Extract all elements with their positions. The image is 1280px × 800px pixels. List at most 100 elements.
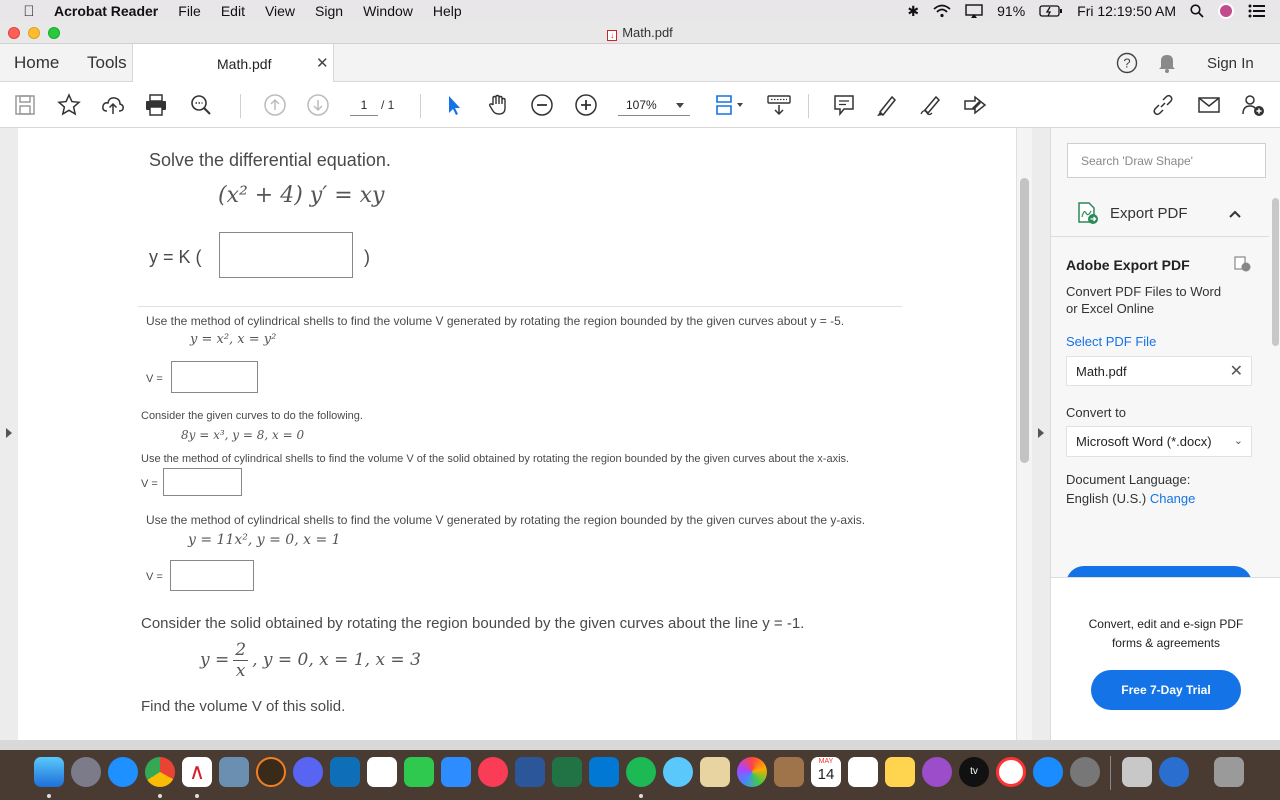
zoom-level-select[interactable]: 107% [618, 94, 690, 116]
q5-curves-rest: , y = 0, x = 1, x = 3 [252, 650, 421, 670]
q4-answer-input[interactable] [170, 560, 254, 591]
export-pdf-header[interactable]: Export PDF [1051, 198, 1269, 236]
contacts-icon[interactable] [774, 757, 804, 787]
music-icon[interactable] [478, 757, 508, 787]
bookmark-star-icon[interactable] [56, 92, 82, 118]
draw-freehand-icon[interactable] [918, 92, 944, 118]
help-icon[interactable]: ? [1116, 52, 1138, 74]
notification-center-icon[interactable] [1248, 4, 1266, 18]
battery-icon[interactable] [1039, 5, 1063, 17]
launchpad-icon[interactable] [71, 757, 101, 787]
email-icon[interactable] [1196, 92, 1222, 118]
menu-edit[interactable]: Edit [221, 3, 245, 19]
q3-answer-input[interactable] [163, 468, 242, 496]
comment-icon[interactable] [831, 92, 857, 118]
safari-icon[interactable] [108, 757, 138, 787]
collapse-right-icon[interactable] [1038, 428, 1044, 438]
sign-in-button[interactable]: Sign In [1207, 55, 1254, 72]
facetime-icon[interactable] [404, 757, 434, 787]
finder-icon[interactable] [34, 757, 64, 787]
q4-prompt: Use the method of cylindrical shells to … [146, 513, 866, 527]
maps-icon[interactable] [700, 757, 730, 787]
slack-icon[interactable] [367, 757, 397, 787]
document-area: Solve the differential equation. (x² + 4… [0, 128, 1050, 740]
save-icon[interactable] [12, 92, 38, 118]
remove-file-icon[interactable]: ✕ [1230, 361, 1243, 381]
page-number-input[interactable]: 1 [350, 94, 378, 116]
photos-icon[interactable] [737, 757, 767, 787]
tools-search-input[interactable]: Search 'Draw Shape' [1067, 143, 1266, 178]
spotify-icon[interactable] [626, 757, 656, 787]
acrobat-icon[interactable]: ∧ [182, 757, 212, 787]
zoom-icon[interactable] [441, 757, 471, 787]
notes-icon[interactable] [885, 757, 915, 787]
change-language-link[interactable]: Change [1150, 491, 1196, 506]
q2-answer-input[interactable] [171, 361, 258, 393]
tab-document[interactable]: Math.pdf ✕ [132, 44, 334, 82]
spotlight-icon[interactable] [1190, 4, 1204, 18]
airplay-icon[interactable] [965, 4, 983, 18]
user-avatar-icon[interactable] [1218, 3, 1234, 19]
excel-icon[interactable] [552, 757, 582, 787]
expand-left-icon[interactable] [6, 428, 12, 438]
menu-help[interactable]: Help [433, 3, 462, 19]
apple-icon[interactable]:  [20, 3, 38, 20]
preview-icon[interactable] [219, 757, 249, 787]
hand-tool-icon[interactable] [485, 92, 511, 118]
keyboard-scroll-icon[interactable] [766, 92, 792, 118]
chrome-icon[interactable] [145, 757, 175, 787]
panel-scrollbar[interactable] [1269, 198, 1280, 358]
wifi-icon[interactable] [933, 4, 951, 18]
menu-view[interactable]: View [265, 3, 295, 19]
document-scrollbar[interactable] [1016, 128, 1032, 740]
print-icon[interactable] [143, 92, 169, 118]
upload-cloud-icon[interactable] [100, 92, 126, 118]
fill-sign-icon[interactable] [962, 92, 988, 118]
menu-window[interactable]: Window [363, 3, 413, 19]
find-zoom-icon[interactable] [188, 92, 214, 118]
calendar-icon[interactable]: MAY 14 [811, 757, 841, 787]
menu-file[interactable]: File [178, 3, 201, 19]
convert-to-select[interactable]: Microsoft Word (*.docx) ⌄ [1066, 426, 1252, 457]
tab-document-label: Math.pdf [217, 56, 272, 72]
close-tab-icon[interactable]: ✕ [316, 54, 329, 72]
menu-app-name[interactable]: Acrobat Reader [54, 3, 158, 19]
podcasts-icon[interactable] [922, 757, 952, 787]
bluetooth-icon[interactable]: ✱ [907, 3, 919, 20]
q1-answer-input[interactable] [219, 232, 353, 278]
right-pane-toggle[interactable] [1032, 128, 1050, 740]
outlook-icon[interactable] [589, 757, 619, 787]
word-icon[interactable] [515, 757, 545, 787]
system-preferences-icon[interactable] [1070, 757, 1100, 787]
highlight-pen-icon[interactable] [874, 92, 900, 118]
share-link-icon[interactable] [1150, 92, 1176, 118]
apple-tv-icon[interactable]: tv [959, 757, 989, 787]
garageband-icon[interactable] [256, 757, 286, 787]
discord-icon[interactable] [293, 757, 323, 787]
free-trial-button[interactable]: Free 7-Day Trial [1091, 670, 1241, 710]
chevron-up-icon[interactable] [1229, 209, 1241, 219]
zoom-out-icon[interactable] [529, 92, 555, 118]
quicktime-icon[interactable] [1159, 757, 1189, 787]
reminders-icon[interactable] [848, 757, 878, 787]
downloads-stack-icon[interactable] [1122, 757, 1152, 787]
scrollbar-thumb[interactable] [1020, 178, 1029, 463]
tab-tools[interactable]: Tools [87, 53, 127, 73]
app-store-icon[interactable] [1033, 757, 1063, 787]
tab-home[interactable]: Home [14, 53, 59, 73]
messages-icon[interactable] [663, 757, 693, 787]
menu-sign[interactable]: Sign [315, 3, 343, 19]
left-pane-toggle[interactable] [0, 128, 18, 740]
zoom-in-icon[interactable] [573, 92, 599, 118]
previous-page-icon[interactable] [262, 92, 288, 118]
clock[interactable]: Fri 12:19:50 AM [1077, 3, 1176, 19]
trash-icon[interactable] [1214, 757, 1244, 787]
news-icon[interactable] [996, 757, 1026, 787]
add-person-icon[interactable] [1240, 92, 1266, 118]
next-page-icon[interactable] [305, 92, 331, 118]
select-pdf-file-link[interactable]: Select PDF File [1066, 334, 1156, 349]
notifications-bell-icon[interactable] [1158, 53, 1176, 73]
select-cursor-icon[interactable] [441, 92, 467, 118]
page-display-icon[interactable] [710, 92, 746, 118]
vscode-icon[interactable] [330, 757, 360, 787]
